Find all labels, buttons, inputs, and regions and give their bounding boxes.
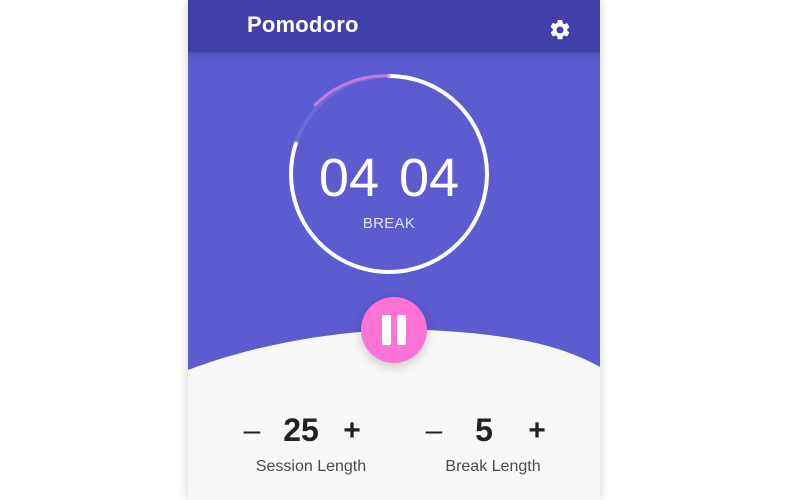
session-length-label: Session Length (255, 458, 367, 475)
time-display: 04 04 (287, 148, 491, 208)
break-decrement-button[interactable]: – (418, 412, 450, 450)
gear-icon[interactable] (548, 18, 572, 42)
pause-icon-left-bar (382, 315, 391, 345)
break-length-control: – 5 + Break Length (403, 410, 583, 480)
pomodoro-app: Pomodoro 04 04 BREAK – 25 + Session Lengt… (188, 0, 600, 500)
break-length-value: 5 (475, 412, 493, 448)
session-decrement-button[interactable]: – (236, 412, 268, 450)
break-increment-button[interactable]: + (521, 412, 553, 450)
seconds-value: 04 (399, 148, 460, 208)
pause-button[interactable] (361, 297, 427, 363)
app-title: Pomodoro (247, 12, 359, 37)
session-length-control: – 25 + Session Length (221, 410, 401, 480)
pause-icon-right-bar (397, 315, 406, 345)
break-length-label: Break Length (445, 458, 541, 475)
session-length-value: 25 (283, 412, 319, 448)
app-header: Pomodoro (188, 0, 600, 52)
session-increment-button[interactable]: + (336, 412, 368, 450)
minutes-value: 04 (318, 148, 379, 208)
timer-mode-label: BREAK (362, 215, 416, 232)
